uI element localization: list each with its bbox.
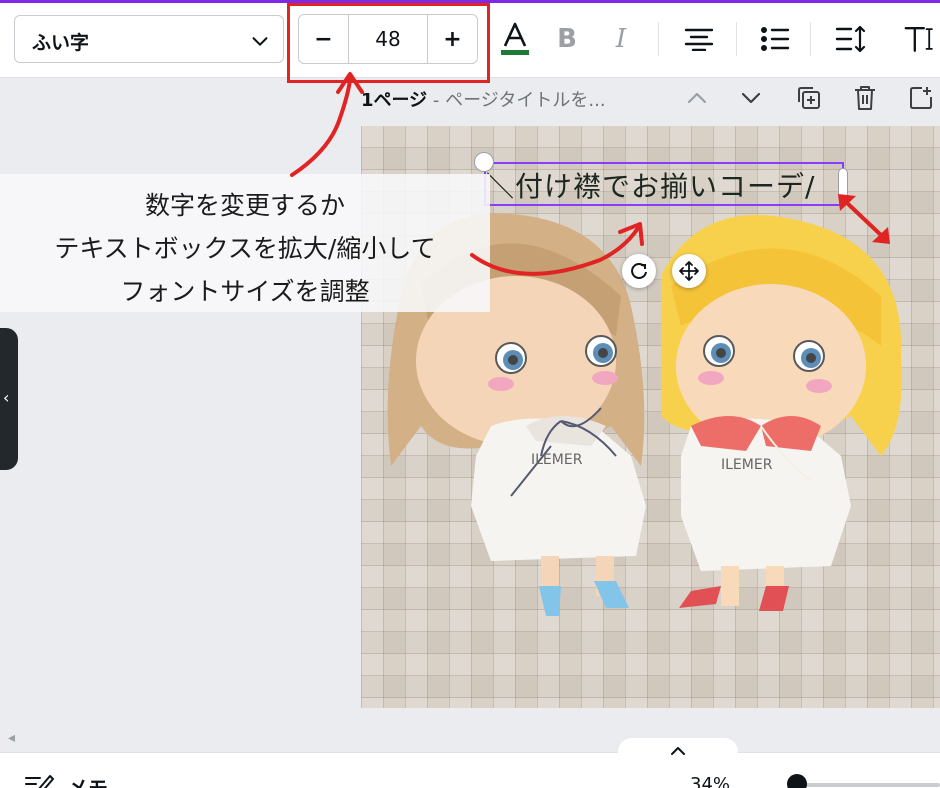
notes-icon[interactable] [24,772,54,788]
chevron-up-icon [671,747,685,755]
scroll-left-icon[interactable]: ◂ [8,730,15,746]
side-panel-toggle[interactable]: ‹ [0,328,18,470]
chevron-left-icon: ‹ [3,388,10,407]
expand-pages-button[interactable] [618,738,738,764]
annotation-arrows [290,72,890,276]
notes-label[interactable]: メモ [68,772,108,788]
zoom-slider[interactable] [790,783,940,787]
zoom-slider-knob[interactable] [787,774,807,788]
horizontal-scrollbar[interactable]: ◂ [0,728,940,752]
zoom-level: 34% [690,774,731,788]
